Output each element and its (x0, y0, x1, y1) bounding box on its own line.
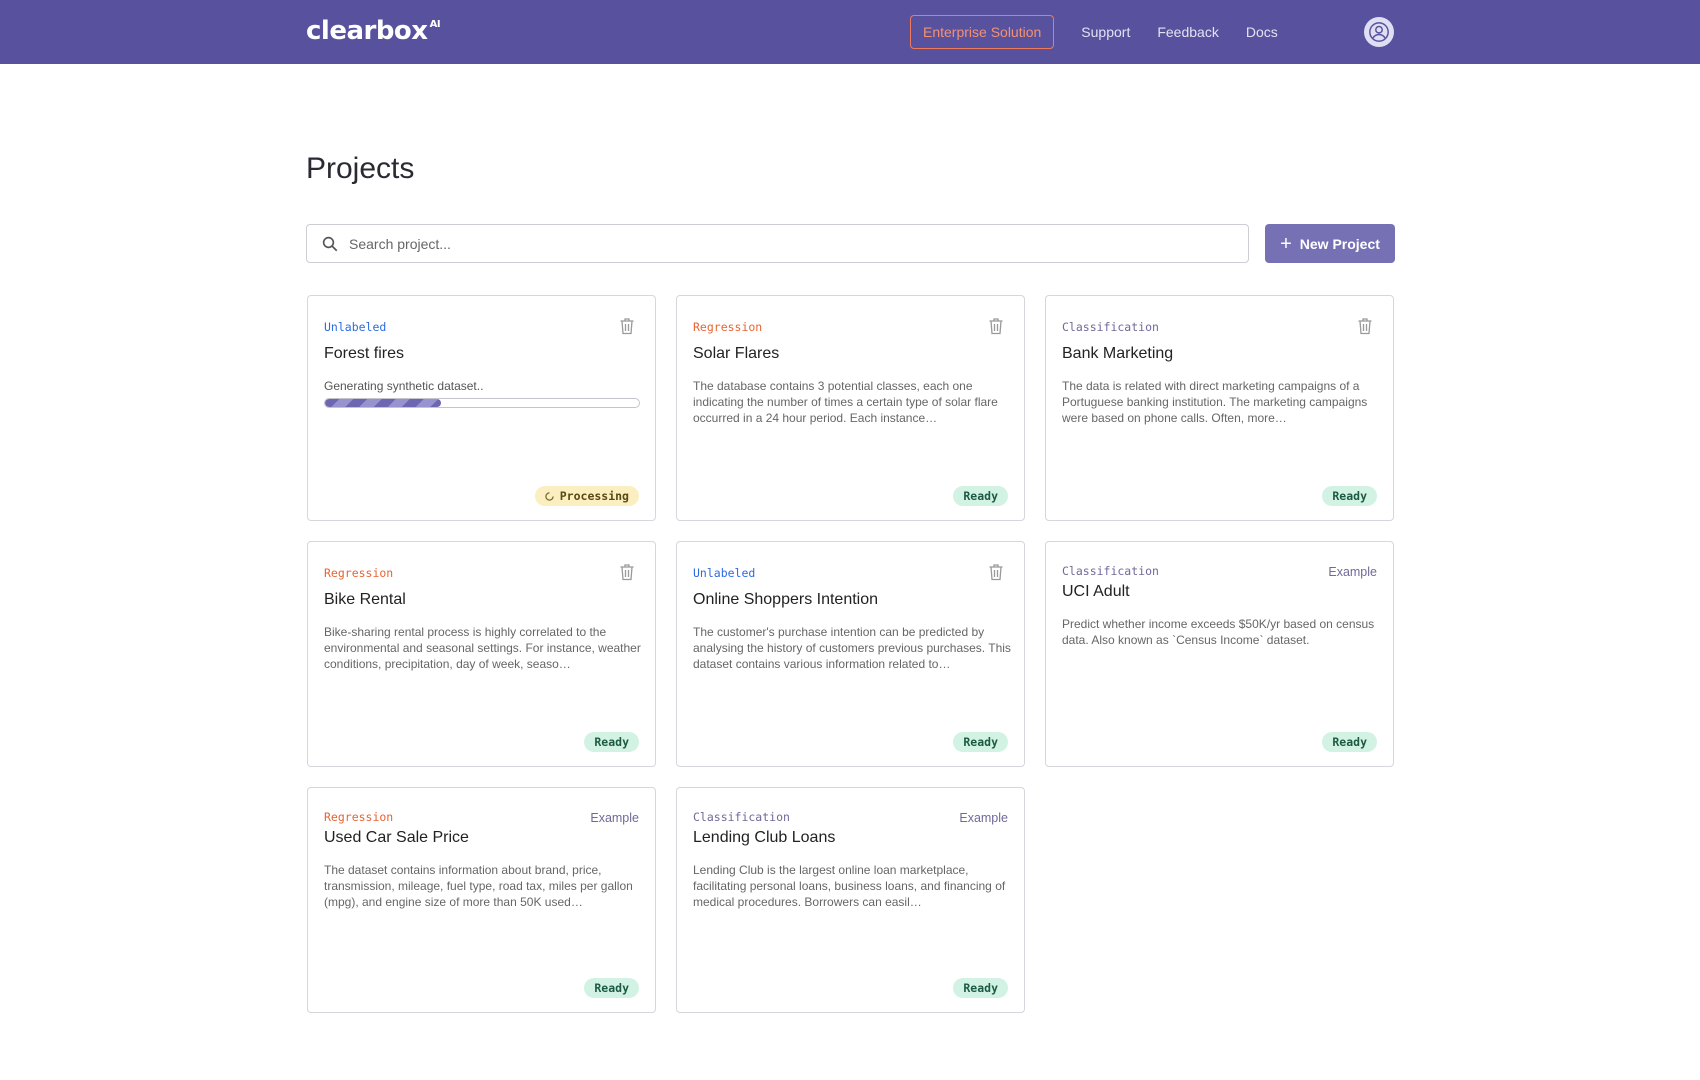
page-title: Projects (306, 152, 415, 185)
project-type-tag: Regression (324, 810, 394, 824)
project-card-used-car-sale-price[interactable]: Regression Example Used Car Sale Price T… (307, 787, 656, 1013)
project-type-tag: Unlabeled (324, 320, 387, 334)
status-badge: Processing (534, 486, 639, 506)
progress-bar (324, 398, 640, 408)
project-title[interactable]: Online Shoppers Intention (693, 591, 878, 609)
project-description: The data is related with direct marketin… (1062, 379, 1368, 425)
progress-bar-fill (325, 399, 442, 407)
project-description: The customer's purchase intention can be… (693, 625, 1011, 671)
status-badge: Ready (1322, 486, 1377, 506)
trash-icon[interactable] (619, 563, 635, 581)
project-title[interactable]: UCI Adult (1062, 583, 1130, 601)
spinner-icon (545, 491, 554, 501)
project-card-lending-club-loans[interactable]: Classification Example Lending Club Loan… (676, 787, 1025, 1013)
status-badge: Ready (584, 978, 639, 998)
search-box (306, 224, 1249, 263)
trash-icon[interactable] (988, 317, 1004, 335)
logo-text: clearbox (306, 16, 428, 46)
project-title[interactable]: Used Car Sale Price (324, 829, 469, 847)
search-input[interactable] (349, 235, 1248, 252)
progress-text: Generating synthetic dataset.. (324, 379, 484, 393)
example-label: Example (959, 811, 1008, 825)
example-label: Example (590, 811, 639, 825)
status-badge: Ready (584, 732, 639, 752)
status-badge: Ready (953, 732, 1008, 752)
project-title[interactable]: Solar Flares (693, 345, 779, 363)
status-badge: Ready (1322, 732, 1377, 752)
project-description: Predict whether income exceeds $50K/yr b… (1062, 617, 1375, 647)
project-title[interactable]: Forest fires (324, 345, 404, 363)
status-badge: Ready (953, 978, 1008, 998)
project-card-bank-marketing[interactable]: Classification Bank Marketing The data i… (1045, 295, 1394, 521)
project-type-tag: Classification (693, 810, 790, 824)
search-icon (322, 236, 338, 251)
top-navbar: clearbox AI Enterprise Solution Support F… (0, 0, 1700, 64)
project-card-bike-rental[interactable]: Regression Bike Rental Bike-sharing rent… (307, 541, 656, 767)
project-title[interactable]: Bank Marketing (1062, 345, 1173, 363)
project-type-tag: Unlabeled (693, 566, 756, 580)
plus-icon: + (1280, 232, 1292, 255)
trash-icon[interactable] (988, 563, 1004, 581)
clearbox-logo[interactable]: clearbox AI (306, 16, 441, 46)
status-badge: Ready (953, 486, 1008, 506)
project-description: Lending Club is the largest online loan … (693, 863, 1006, 909)
project-card-forest-fires[interactable]: Unlabeled Forest fires Generating synthe… (307, 295, 656, 521)
project-type-tag: Classification (1062, 564, 1159, 578)
example-label: Example (1328, 565, 1377, 579)
project-description: The dataset contains information about b… (324, 863, 633, 909)
user-avatar-icon[interactable] (1364, 17, 1394, 47)
support-link[interactable]: Support (1081, 24, 1130, 40)
project-card-uci-adult[interactable]: Classification Example UCI Adult Predict… (1045, 541, 1394, 767)
project-title[interactable]: Lending Club Loans (693, 829, 835, 847)
enterprise-solution-link[interactable]: Enterprise Solution (910, 15, 1055, 49)
project-card-solar-flares[interactable]: Regression Solar Flares The database con… (676, 295, 1025, 521)
docs-link[interactable]: Docs (1246, 24, 1278, 40)
project-description: Bike-sharing rental process is highly co… (324, 625, 641, 671)
nav-links: Enterprise Solution Support Feedback Doc… (910, 15, 1278, 49)
project-description: The database contains 3 potential classe… (693, 379, 998, 425)
project-title[interactable]: Bike Rental (324, 591, 406, 609)
feedback-link[interactable]: Feedback (1157, 24, 1218, 40)
status-label: Processing (559, 489, 629, 503)
trash-icon[interactable] (619, 317, 635, 335)
project-type-tag: Regression (693, 320, 763, 334)
project-type-tag: Regression (324, 566, 394, 580)
new-project-label: New Project (1299, 235, 1380, 252)
trash-icon[interactable] (1357, 317, 1373, 335)
project-card-online-shoppers[interactable]: Unlabeled Online Shoppers Intention The … (676, 541, 1025, 767)
new-project-button[interactable]: + New Project (1265, 224, 1395, 263)
project-type-tag: Classification (1062, 320, 1159, 334)
logo-suffix: AI (429, 19, 441, 30)
